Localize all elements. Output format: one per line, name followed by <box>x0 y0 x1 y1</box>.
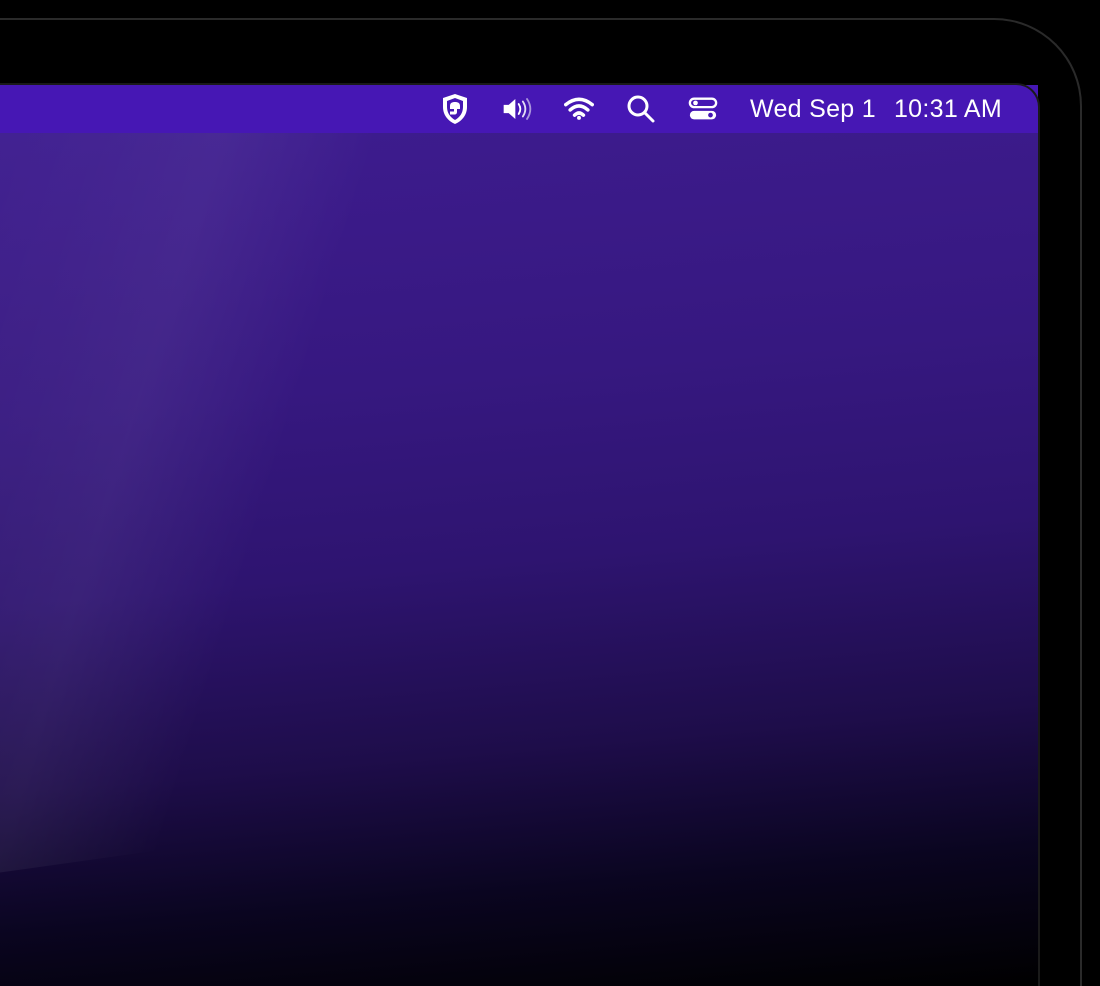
menubar-volume[interactable] <box>502 94 532 124</box>
control-center-icon <box>688 94 718 124</box>
wifi-icon <box>564 94 594 124</box>
menu-bar: Wed Sep 1 10:31 AM <box>0 85 1038 133</box>
menubar-time: 10:31 AM <box>894 95 1002 124</box>
screen: Wed Sep 1 10:31 AM <box>0 85 1038 986</box>
menubar-date: Wed Sep 1 <box>750 95 876 124</box>
guardian-shield-icon <box>440 94 470 124</box>
spotlight-search-icon <box>626 94 656 124</box>
menubar-datetime[interactable]: Wed Sep 1 10:31 AM <box>750 95 1002 124</box>
menubar-spotlight[interactable] <box>626 94 656 124</box>
menubar-app-shield[interactable] <box>440 94 470 124</box>
menubar-control-center[interactable] <box>688 94 718 124</box>
menubar-wifi[interactable] <box>564 94 594 124</box>
device-frame: Wed Sep 1 10:31 AM <box>0 0 1100 986</box>
desktop-wallpaper[interactable] <box>0 133 1038 986</box>
wallpaper-sheen <box>0 133 659 877</box>
volume-icon <box>502 94 532 124</box>
